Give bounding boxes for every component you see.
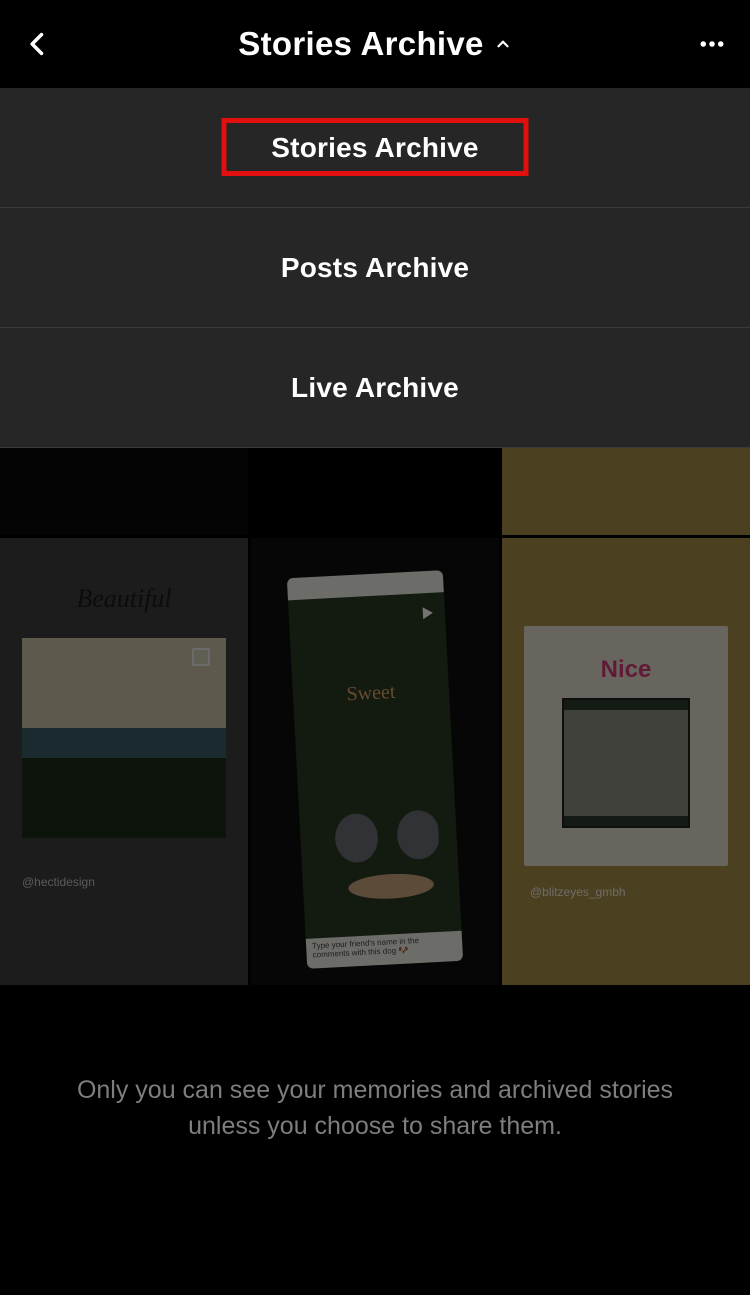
chevron-left-icon <box>24 25 52 63</box>
page-title: Stories Archive <box>238 25 483 63</box>
menu-item-posts-archive[interactable]: Posts Archive <box>0 208 750 328</box>
multi-post-icon <box>192 648 210 666</box>
archive-title-dropdown-toggle[interactable]: Stories Archive <box>238 25 511 63</box>
story-caption: Sweet <box>293 678 450 709</box>
more-options-button[interactable] <box>692 24 732 64</box>
thumbnail-art <box>22 638 226 838</box>
story-handle: @hectidesign <box>22 875 95 889</box>
menu-item-live-archive[interactable]: Live Archive <box>0 328 750 448</box>
thumbnail-art: Sweet Type your friend's name in the com… <box>287 570 463 969</box>
play-icon <box>423 607 434 620</box>
story-caption: Nice <box>502 656 750 684</box>
story-thumbnail[interactable]: Beautiful @hectidesign <box>0 538 248 985</box>
chevron-up-icon <box>494 35 512 53</box>
back-button[interactable] <box>18 24 58 64</box>
story-thumbnail[interactable]: Sweet Type your friend's name in the com… <box>251 538 499 985</box>
header-bar: Stories Archive <box>0 0 750 88</box>
story-handle: @blitzeyes_gmbh <box>530 885 626 899</box>
story-footer-text: Type your friend's name in the comments … <box>306 931 463 969</box>
privacy-footer-message: Only you can see your memories and archi… <box>40 1072 710 1145</box>
more-horizontal-icon <box>697 29 727 59</box>
thumbnail-art <box>562 698 690 828</box>
archive-type-dropdown: Stories Archive Posts Archive Live Archi… <box>0 88 750 448</box>
story-caption: Beautiful <box>0 584 248 614</box>
menu-item-stories-archive[interactable]: Stories Archive <box>0 88 750 208</box>
story-thumbnail[interactable]: Nice @blitzeyes_gmbh <box>502 538 750 985</box>
